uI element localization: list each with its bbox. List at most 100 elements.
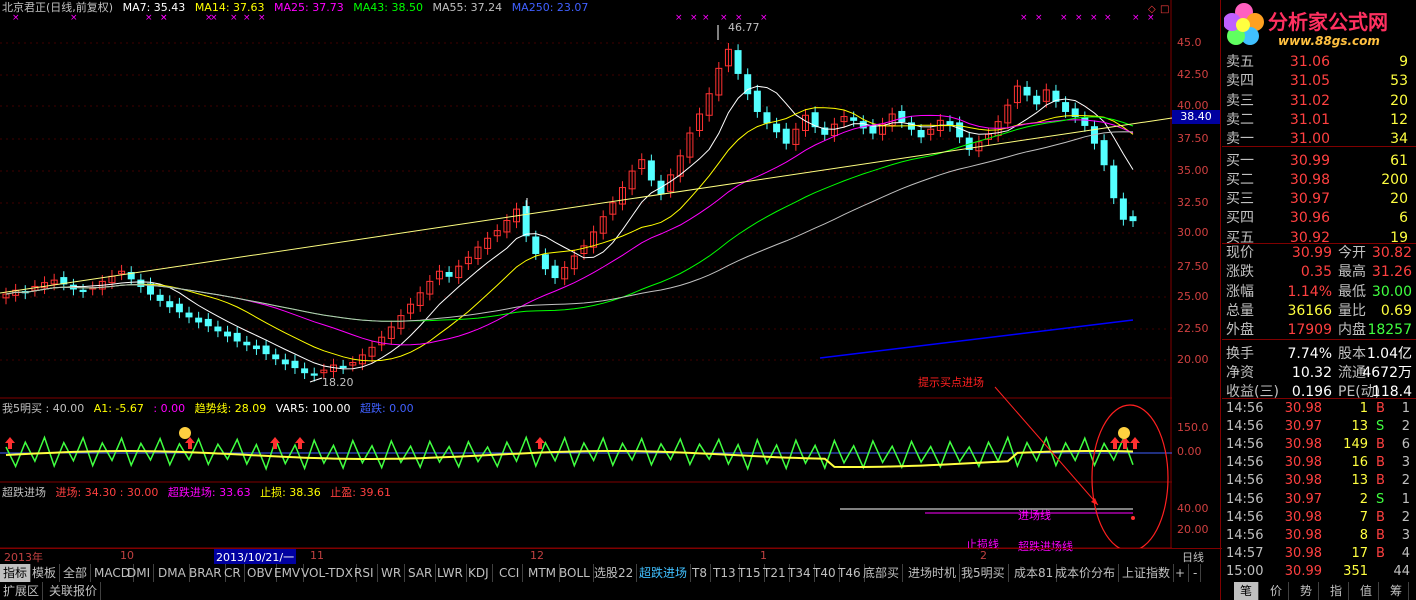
- tick-volume: 1: [1359, 401, 1368, 416]
- tick-time: 15:00: [1226, 563, 1264, 579]
- indicator-tab[interactable]: 模板: [29, 564, 61, 582]
- candle-body: [1100, 140, 1108, 166]
- quote-value: 4672万: [1362, 364, 1412, 381]
- order-label: 买三: [1226, 191, 1254, 208]
- quote-label: 内盘: [1338, 322, 1366, 339]
- order-book-row: 卖五 31.06 9: [1226, 52, 1412, 72]
- tick-price: 30.99: [1284, 563, 1322, 579]
- tick-row: 14:57 30.98 17 B 4: [1226, 545, 1412, 563]
- indicator-tab[interactable]: LWR: [434, 564, 467, 582]
- panel-tab[interactable]: 笔: [1234, 582, 1259, 600]
- tick-count: 1: [1401, 491, 1410, 507]
- indicator-tab[interactable]: 选股22: [591, 564, 638, 582]
- price-axis-label: 35.00: [1177, 164, 1209, 177]
- date-year: 2013年: [4, 551, 43, 564]
- tick-time: 14:56: [1226, 455, 1264, 471]
- bottom-tab[interactable]: 扩展区: [0, 582, 44, 600]
- ind2-stop: 止损: 38.36: [260, 486, 321, 499]
- quote-label: 总量: [1226, 302, 1254, 319]
- order-book-row: 卖二 31.01 12: [1226, 110, 1412, 130]
- quote-value: 1.14%: [1287, 283, 1332, 300]
- tick-row: 14:56 30.98 7 B 2: [1226, 509, 1412, 527]
- indicator-tab[interactable]: 超跌进场: [636, 564, 692, 582]
- candle-body: [541, 254, 549, 270]
- indicator-tab[interactable]: 全部: [60, 564, 92, 582]
- tick-volume: 2: [1359, 491, 1368, 507]
- candle-body: [1129, 216, 1137, 222]
- indicator-tab[interactable]: 成本价分布: [1052, 564, 1120, 582]
- ind2-profit: 止盈: 39.61: [330, 486, 391, 499]
- indicator-tab[interactable]: 底部买: [860, 564, 904, 582]
- order-label: 卖三: [1226, 92, 1254, 109]
- indicator-tab[interactable]: KDJ: [465, 564, 493, 582]
- signal-mark: ×: [1060, 13, 1068, 23]
- signal-mark: ×: [702, 13, 710, 23]
- tick-price: 30.98: [1284, 527, 1322, 543]
- entry-line-label: 进场线: [1018, 509, 1051, 522]
- order-price: 30.96: [1289, 210, 1330, 227]
- order-price: 31.06: [1289, 54, 1330, 70]
- tick-count: 6: [1401, 437, 1410, 453]
- panel-tab[interactable]: 筹: [1384, 582, 1409, 600]
- order-price: 30.97: [1289, 191, 1330, 208]
- panel-tab[interactable]: 值: [1354, 582, 1379, 600]
- indicator-tab[interactable]: MTM: [525, 564, 561, 582]
- corner-box-icon[interactable]: □: [1160, 4, 1169, 15]
- indicator-tab[interactable]: SAR: [405, 564, 437, 582]
- order-label: 卖五: [1226, 54, 1254, 70]
- kline-chart[interactable]: × × × × ×× × × × × × × × × × × × × × × × × ××◇ □: [0, 0, 1172, 548]
- quote-label: 量比: [1338, 302, 1366, 319]
- candle-body: [522, 206, 530, 237]
- tick-volume: 7: [1359, 509, 1368, 525]
- indicator-tab[interactable]: RSI: [351, 564, 378, 582]
- candle-body: [310, 373, 318, 376]
- candle-body: [272, 354, 280, 360]
- order-volume: 12: [1390, 111, 1408, 128]
- corner-diamond-icon[interactable]: ◇: [1148, 4, 1156, 15]
- tick-volume: 8: [1359, 527, 1368, 543]
- quote-row: 净资 10.32 流通 4672万: [1226, 363, 1412, 383]
- ma7-label: MA7: 35.43: [122, 1, 186, 14]
- ind2-name: 超跌进场: [2, 486, 46, 499]
- indicator-tab[interactable]: DMA: [155, 564, 190, 582]
- panel-tab[interactable]: 指: [1324, 582, 1349, 600]
- indicator-tab[interactable]: VOL-TDX: [298, 564, 357, 582]
- period-label[interactable]: 日线: [1182, 549, 1204, 565]
- indicator-tab[interactable]: 上证指数: [1119, 564, 1175, 582]
- date-m2: 2: [980, 549, 987, 562]
- candle-body: [252, 345, 260, 350]
- ind1-a1: A1: -5.67: [93, 402, 144, 415]
- indicator-tab[interactable]: WR: [378, 564, 406, 582]
- price-axis-label: 30.00: [1177, 226, 1209, 239]
- bottom-tab[interactable]: 关联报价: [46, 582, 102, 600]
- tab-nav-button[interactable]: +: [1172, 564, 1190, 582]
- order-volume: 6: [1399, 210, 1408, 227]
- quote-value: 31.26: [1371, 264, 1412, 281]
- indicator-tab[interactable]: CR: [221, 564, 245, 582]
- indicator-tab[interactable]: CCI: [496, 564, 524, 582]
- quote-value: 0.35: [1300, 264, 1332, 281]
- indicator-tab[interactable]: BRAR: [186, 564, 226, 582]
- indicator-tab[interactable]: 成本81: [1011, 564, 1058, 582]
- candle-body: [137, 279, 145, 287]
- order-book-row: 买四 30.96 6: [1226, 208, 1412, 228]
- quote-label: 净资: [1226, 364, 1254, 381]
- indicator-tab[interactable]: 指标: [0, 564, 32, 582]
- panel-tab[interactable]: 价: [1264, 582, 1289, 600]
- tick-side: S: [1376, 491, 1385, 507]
- indicator-tab[interactable]: 进场时机: [905, 564, 961, 582]
- indicator-tab[interactable]: 我5明买: [958, 564, 1009, 582]
- indicator-tab[interactable]: BOLL: [556, 564, 594, 582]
- indicator-tab[interactable]: DMI: [124, 564, 155, 582]
- tick-volume: 149: [1343, 437, 1368, 453]
- tick-side: B: [1376, 401, 1385, 416]
- panel-tab[interactable]: 势: [1294, 582, 1319, 600]
- date-cursor: 2013/10/21/一: [214, 549, 297, 565]
- ma14-label: MA14: 37.63: [194, 1, 265, 14]
- ind1-zero: : 0.00: [153, 402, 186, 415]
- chart-area[interactable]: × × × × × × × × × × × × × × × × × × × × × × × × ◇ □ 北京君正(日线,前复权) …: [0, 0, 1172, 553]
- indicator-tab[interactable]: T8: [689, 564, 711, 582]
- tab-nav-button[interactable]: -: [1190, 564, 1202, 582]
- candle-body: [647, 160, 655, 181]
- candle-body: [1062, 102, 1070, 112]
